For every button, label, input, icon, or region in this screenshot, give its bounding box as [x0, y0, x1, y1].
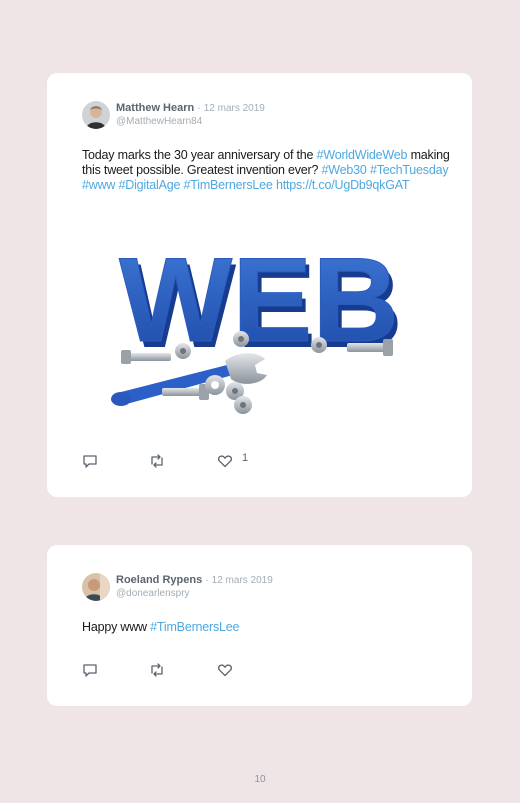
- tweet-actions: [82, 662, 282, 682]
- heart-icon[interactable]: [217, 453, 235, 471]
- tweet-text-part: Today marks the 30 year anniversary of t…: [82, 148, 317, 162]
- reply-icon[interactable]: [82, 453, 100, 471]
- tweet-text: Happy www #TimBernersLee: [82, 620, 452, 635]
- tweet-image[interactable]: WEB WEB: [107, 233, 412, 418]
- retweet-icon[interactable]: [149, 453, 167, 471]
- hashtag-link[interactable]: #WorldWideWeb: [317, 148, 408, 162]
- tweet-actions: 1: [82, 452, 282, 473]
- like-count: 1: [242, 452, 249, 464]
- tweet-card: Roeland Rypens · 12 mars 2019 @donearlen…: [47, 545, 472, 706]
- tweet-date[interactable]: 12 mars 2019: [204, 103, 265, 114]
- hashtag-link[interactable]: #www: [82, 178, 115, 192]
- tweet-card: Matthew Hearn · 12 mars 2019 @MatthewHea…: [47, 73, 472, 497]
- heart-icon[interactable]: [217, 662, 235, 680]
- hashtag-link[interactable]: #TimBernersLee: [184, 178, 273, 192]
- avatar[interactable]: [82, 573, 110, 601]
- hashtag-link[interactable]: #TimBernersLee: [150, 620, 239, 634]
- retweet-icon[interactable]: [149, 662, 167, 680]
- url-link[interactable]: https://t.co/UgDb9qkGAT: [276, 178, 410, 192]
- page-number: 10: [254, 774, 266, 785]
- tweet-text-part: Happy www: [82, 620, 151, 634]
- hashtag-link[interactable]: #DigitalAge: [119, 178, 181, 192]
- author-name[interactable]: Roeland Rypens: [116, 574, 202, 586]
- hashtag-link[interactable]: #Web30: [322, 163, 367, 177]
- author-handle[interactable]: @donearlenspry: [116, 588, 190, 599]
- author-name[interactable]: Matthew Hearn: [116, 102, 194, 114]
- author-line: Matthew Hearn · 12 mars 2019: [116, 102, 265, 114]
- hashtag-link[interactable]: #TechTuesday: [370, 163, 449, 177]
- tweet-header: Matthew Hearn · 12 mars 2019 @MatthewHea…: [82, 99, 442, 131]
- reply-icon[interactable]: [82, 662, 100, 680]
- separator: ·: [205, 575, 209, 586]
- author-handle[interactable]: @MatthewHearn84: [116, 116, 202, 127]
- avatar[interactable]: [82, 101, 110, 129]
- tweet-text: Today marks the 30 year anniversary of t…: [82, 148, 452, 193]
- separator: ·: [197, 103, 201, 114]
- tweet-date[interactable]: 12 mars 2019: [212, 575, 273, 586]
- author-line: Roeland Rypens · 12 mars 2019: [116, 574, 273, 586]
- tweet-header: Roeland Rypens · 12 mars 2019 @donearlen…: [82, 571, 442, 603]
